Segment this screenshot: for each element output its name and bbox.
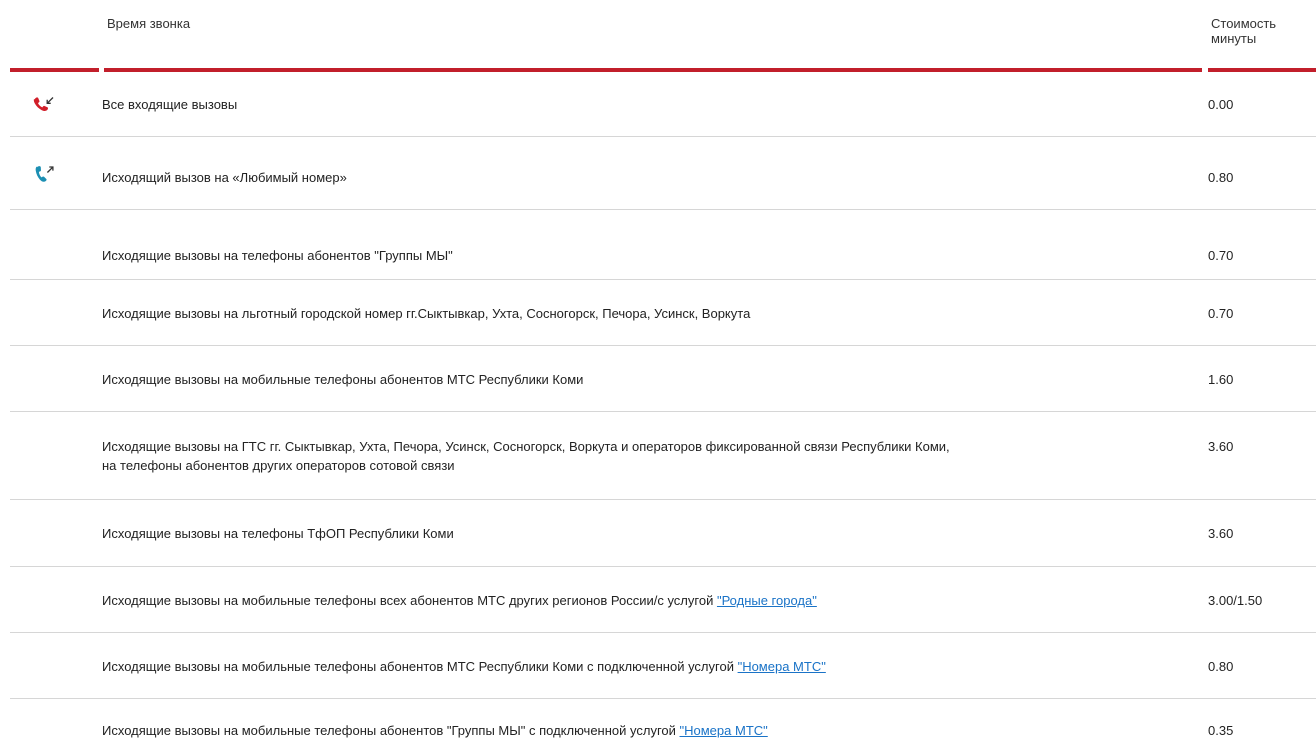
table-row: Исходящие вызовы на телефоны ТфОП Респуб… <box>0 500 1316 567</box>
column-header-call-time: Время звонка <box>107 16 191 31</box>
table-row: Все входящие вызовы 0.00 <box>0 73 1316 137</box>
tariff-table: Время звонка Стоимость минуты Все входящ… <box>0 0 1316 756</box>
table-row: Исходящие вызовы на телефоны абонентов "… <box>0 210 1316 280</box>
column-header-minute-cost: Стоимость минуты <box>1211 16 1277 46</box>
header-divider-time-column <box>104 68 1202 72</box>
outgoing-call-icon <box>32 163 56 187</box>
call-type-label: Исходящие вызовы на мобильные телефоны а… <box>102 721 1192 740</box>
minute-price: 0.00 <box>1208 97 1234 112</box>
minute-price: 0.70 <box>1208 306 1234 321</box>
call-type-label: Исходящие вызовы на мобильные телефоны а… <box>102 372 584 387</box>
call-type-label-line-1: Исходящие вызовы на ГТС гг. Сыктывкар, У… <box>102 439 950 454</box>
minute-price: 1.60 <box>1208 372 1234 387</box>
minute-price: 3.00/1.50 <box>1208 593 1263 608</box>
table-row: Исходящие вызовы на мобильные телефоны а… <box>0 346 1316 412</box>
minute-price: 3.60 <box>1208 526 1234 541</box>
call-type-label: Все входящие вызовы <box>102 97 238 112</box>
table-row: Исходящие вызовы на мобильные телефоны а… <box>0 699 1316 756</box>
incoming-call-icon <box>32 93 56 117</box>
table-row: Исходящие вызовы на льготный городской н… <box>0 280 1316 346</box>
table-row: Исходящие вызовы на мобильные телефоны в… <box>0 567 1316 633</box>
minute-price: 0.80 <box>1208 659 1234 674</box>
rodnye-goroda-link[interactable]: "Родные города" <box>717 593 817 608</box>
header-divider-cost-column <box>1208 68 1316 72</box>
table-row: Исходящие вызовы на мобильные телефоны а… <box>0 633 1316 699</box>
call-type-label-line-2: на телефоны абонентов других операторов … <box>102 458 455 473</box>
call-type-label: Исходящие вызовы на ГТС гг. Сыктывкар, У… <box>102 437 1192 475</box>
minute-price: 0.35 <box>1208 723 1234 738</box>
minute-price: 3.60 <box>1208 439 1234 454</box>
call-type-label: Исходящие вызовы на мобильные телефоны в… <box>102 591 1192 610</box>
call-type-label: Исходящие вызовы на мобильные телефоны а… <box>102 657 1192 676</box>
table-row: Исходящие вызовы на ГТС гг. Сыктывкар, У… <box>0 412 1316 500</box>
call-type-label: Исходящие вызовы на телефоны ТфОП Респуб… <box>102 526 454 541</box>
nomera-mts-link[interactable]: "Номера МТС" <box>738 659 826 674</box>
call-type-label: Исходящие вызовы на телефоны абонентов "… <box>102 248 453 263</box>
table-row: Исходящий вызов на «Любимый номер» 0.80 <box>0 137 1316 210</box>
call-type-text: Исходящие вызовы на мобильные телефоны в… <box>102 593 717 608</box>
call-type-label: Исходящий вызов на «Любимый номер» <box>102 170 347 185</box>
call-type-label: Исходящие вызовы на льготный городской н… <box>102 306 751 321</box>
call-type-text: Исходящие вызовы на мобильные телефоны а… <box>102 723 680 738</box>
nomera-mts-link[interactable]: "Номера МТС" <box>680 723 768 738</box>
minute-price: 0.70 <box>1208 248 1234 263</box>
minute-price: 0.80 <box>1208 170 1234 185</box>
call-type-text: Исходящие вызовы на мобильные телефоны а… <box>102 659 738 674</box>
header-divider-icon-column <box>10 68 99 72</box>
